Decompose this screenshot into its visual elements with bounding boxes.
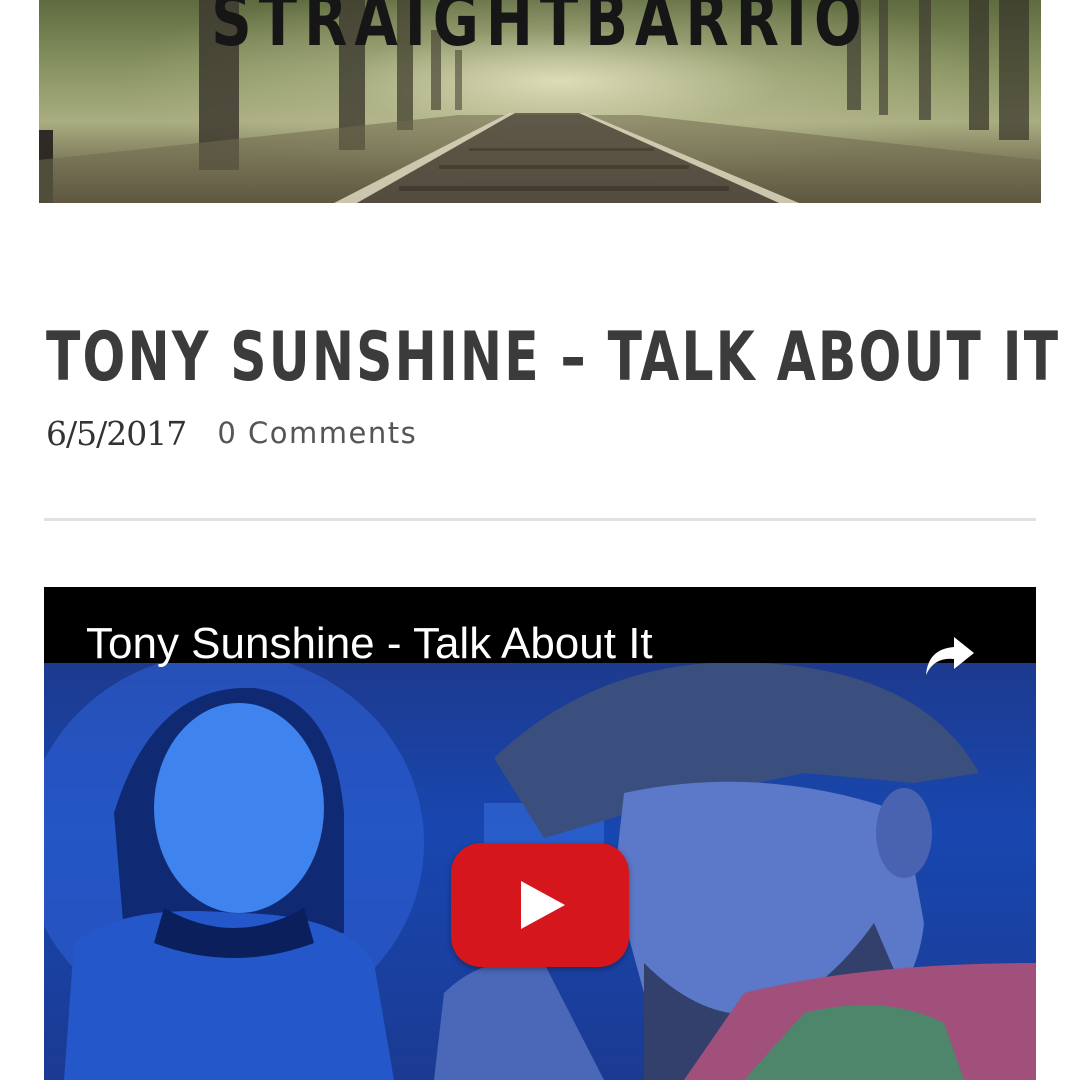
post-date: 6/5/2017 (46, 414, 187, 453)
comments-link[interactable]: 0 Comments (217, 416, 417, 450)
share-arrow-icon[interactable] (920, 631, 978, 679)
header-banner: STRAIGHTBARRIO (39, 0, 1041, 203)
youtube-play-button[interactable] (451, 843, 629, 967)
site-title[interactable]: STRAIGHTBARRIO (149, 0, 931, 62)
play-triangle-icon (521, 881, 565, 929)
youtube-video-embed[interactable]: Tony Sunshine - Talk About It (44, 587, 1036, 1080)
post-title[interactable]: TONY SUNSHINE – TALK ABOUT IT (46, 318, 1060, 398)
video-title[interactable]: Tony Sunshine - Talk About It (86, 619, 653, 669)
divider (44, 518, 1036, 521)
post-meta: 6/5/2017 0 Comments (46, 414, 417, 454)
